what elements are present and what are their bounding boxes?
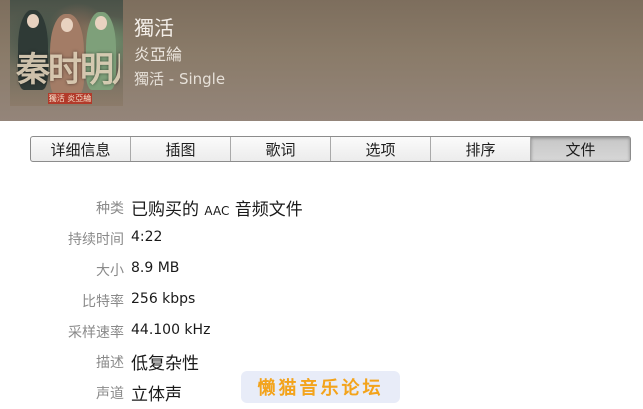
samplerate-value: 44.100 kHz bbox=[131, 322, 211, 338]
description-label: 描述 bbox=[96, 355, 124, 371]
forum-watermark: 懒猫音乐论坛 bbox=[241, 371, 400, 403]
album-artwork[interactable]: 秦时明月 獨活 炎亞綸 bbox=[10, 0, 123, 106]
kind-label: 种类 bbox=[96, 201, 124, 217]
info-tab-bar: 详细信息 插图 歌词 选项 排序 文件 bbox=[30, 136, 631, 162]
bitrate-value: 256 kbps bbox=[131, 291, 196, 307]
channels-label: 声道 bbox=[96, 386, 124, 402]
size-row: 大小 8.9 MB bbox=[0, 256, 643, 282]
channels-value: 立体声 bbox=[131, 385, 182, 405]
song-album: 獨活 - Single bbox=[134, 70, 226, 88]
kind-value-prefix: 已购买的 bbox=[131, 200, 199, 220]
kind-value-codec: AAC bbox=[204, 204, 230, 218]
artwork-stamp: 獨活 炎亞綸 bbox=[48, 93, 92, 104]
kind-value: 已购买的 AAC 音频文件 bbox=[131, 195, 303, 220]
tab-artwork[interactable]: 插图 bbox=[131, 137, 231, 161]
duration-value: 4:22 bbox=[131, 229, 163, 245]
artwork-face-right bbox=[95, 16, 107, 30]
tab-details[interactable]: 详细信息 bbox=[31, 137, 131, 161]
artwork-face-center bbox=[61, 18, 73, 32]
tab-sorting[interactable]: 排序 bbox=[431, 137, 531, 161]
samplerate-label: 采样速率 bbox=[68, 325, 124, 341]
song-header: 秦时明月 獨活 炎亞綸 獨活 炎亞綸 獨活 - Single bbox=[0, 0, 643, 121]
artwork-face-left bbox=[27, 14, 39, 28]
bitrate-label: 比特率 bbox=[82, 294, 124, 310]
kind-row: 种类 已购买的 AAC 音频文件 bbox=[0, 194, 643, 220]
artwork-logo: 秦时明月 bbox=[16, 50, 120, 90]
tab-lyrics[interactable]: 歌词 bbox=[231, 137, 331, 161]
kind-value-suffix: 音频文件 bbox=[234, 200, 303, 220]
song-title: 獨活 bbox=[134, 16, 174, 40]
song-artist: 炎亞綸 bbox=[134, 45, 183, 64]
size-label: 大小 bbox=[96, 263, 124, 279]
tab-file[interactable]: 文件 bbox=[531, 137, 630, 161]
size-value: 8.9 MB bbox=[131, 260, 180, 276]
description-value: 低复杂性 bbox=[131, 354, 199, 374]
tab-options[interactable]: 选项 bbox=[331, 137, 431, 161]
duration-row: 持续时间 4:22 bbox=[0, 225, 643, 251]
duration-label: 持续时间 bbox=[68, 232, 124, 248]
samplerate-row: 采样速率 44.100 kHz bbox=[0, 318, 643, 344]
bitrate-row: 比特率 256 kbps bbox=[0, 287, 643, 313]
